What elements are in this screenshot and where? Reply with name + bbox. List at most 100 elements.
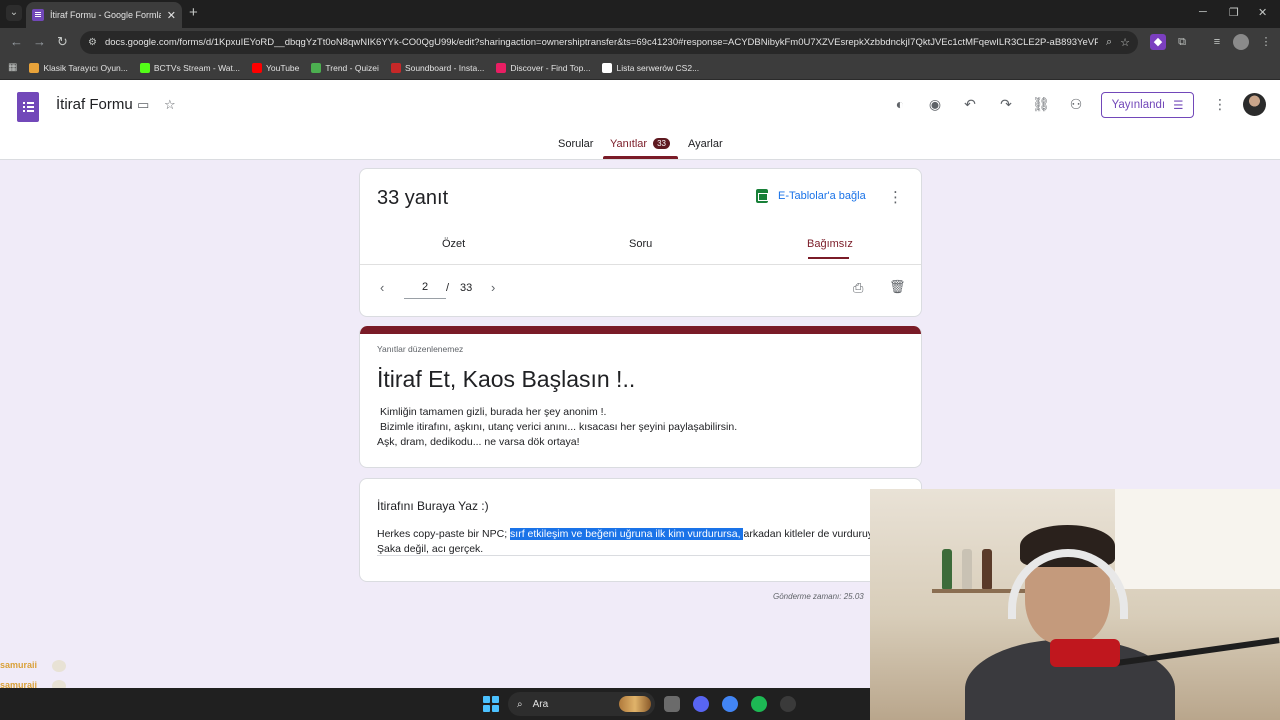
minimize-icon[interactable]: ─ (1199, 6, 1207, 18)
palette-icon[interactable]: ◐ (890, 95, 910, 113)
published-button[interactable]: Yayınlandı ☰ (1101, 92, 1194, 118)
search-highlight-image (619, 696, 651, 712)
active-tab-indicator (603, 156, 678, 159)
omnibox[interactable]: ⚙ docs.google.com/forms/d/1KpxuIEYoRD__d… (80, 31, 1138, 54)
taskbar-search-label: Ara (532, 698, 549, 710)
undo-icon[interactable]: ↶ (960, 95, 980, 113)
bookmark-item[interactable]: YouTube (251, 62, 299, 73)
taskbar: ⌕ Ara (0, 688, 870, 720)
reading-list-icon[interactable]: ≡ (1209, 34, 1225, 50)
delete-icon[interactable]: 🗑 (889, 279, 906, 295)
description-line: Aşk, dram, dedikodu... ne varsa dök orta… (377, 436, 580, 448)
redo-icon[interactable]: ↷ (996, 95, 1016, 113)
chat-username: samuraii (0, 660, 38, 670)
description-line: Bizimle itirafını, aşkını, utanç verici … (380, 421, 738, 433)
discord-icon[interactable] (693, 696, 709, 712)
previous-response-icon[interactable]: ‹ (380, 280, 384, 295)
tab-individual[interactable]: Bağımsız (807, 238, 853, 250)
bookmark-label: Soundboard - Insta... (404, 62, 485, 73)
steam-icon[interactable] (780, 696, 796, 712)
tab-question[interactable]: Soru (629, 238, 652, 250)
description-line: Kimliğin tamamen gizli, burada her şey a… (380, 406, 607, 418)
response-count: 33 yanıt (377, 187, 449, 209)
more-options-icon[interactable]: ⋮ (1210, 95, 1230, 113)
forms-logo-icon[interactable] (17, 92, 39, 122)
webcam-overlay (870, 489, 1280, 720)
apps-grid-icon[interactable]: ▦ (8, 62, 17, 73)
forms-favicon-icon (32, 9, 44, 21)
tab-questions[interactable]: Sorular (558, 138, 593, 150)
next-response-icon[interactable]: › (491, 280, 495, 295)
url-text[interactable]: docs.google.com/forms/d/1KpxuIEYoRD__dbq… (105, 37, 1098, 48)
new-tab-icon[interactable]: + (189, 5, 198, 21)
bookmark-item[interactable]: Klasik Tarayıcı Oyun... (29, 62, 128, 73)
tab-summary[interactable]: Özet (442, 238, 465, 250)
spotify-icon[interactable] (751, 696, 767, 712)
back-icon[interactable]: ← (10, 34, 23, 50)
bookmarks-bar: ▦ Klasik Tarayıcı Oyun... BCTVs Stream - … (0, 56, 1280, 80)
tab-search-icon[interactable]: ⌄ (6, 5, 22, 21)
extensions-puzzle-icon[interactable]: ⧉ (1174, 34, 1190, 50)
extension-icon[interactable]: ◆ (1150, 34, 1166, 50)
bookmark-item[interactable]: BCTVs Stream - Wat... (139, 62, 240, 73)
bookmark-star-icon[interactable]: ☆ (1120, 36, 1130, 49)
tab-responses-label: Yanıtlar (610, 138, 648, 150)
selected-text: sırf etkileşim ve beğeni uğruna ilk kim … (510, 528, 744, 540)
response-total: 33 (460, 282, 473, 294)
bookmark-item[interactable]: Discover - Find Top... (496, 62, 591, 73)
star-icon[interactable]: ☆ (164, 97, 176, 113)
chrome-icon[interactable] (722, 696, 738, 712)
folder-icon[interactable]: ▭ (137, 97, 149, 113)
search-icon: ⌕ (517, 698, 523, 710)
shelf-bottle (962, 549, 972, 589)
avatar[interactable] (1243, 93, 1266, 116)
preview-eye-icon[interactable]: ◉ (925, 95, 945, 113)
bookmark-favicon-icon (311, 62, 322, 73)
bookmark-label: Lista serwerów CS2... (616, 62, 700, 73)
bookmark-item[interactable]: Lista serwerów CS2... (602, 62, 700, 73)
forward-icon[interactable]: → (33, 34, 46, 50)
answer-text[interactable]: Herkes copy-paste bir NPC; sırf etkileşi… (377, 527, 873, 557)
form-description: Kimliğin tamamen gizli, burada her şey a… (377, 405, 738, 450)
window-close-icon[interactable]: ✕ (1258, 6, 1267, 19)
browser-tab[interactable]: İtiraf Formu - Google Formlar ✕ (26, 2, 182, 28)
add-collaborator-icon[interactable]: ⚇ (1066, 95, 1086, 113)
bookmark-label: Discover - Find Top... (510, 62, 591, 73)
bookmark-favicon-icon (390, 62, 401, 73)
bookmark-favicon-icon (139, 62, 150, 73)
link-to-sheets-button[interactable]: E-Tablolar'a bağla (756, 189, 866, 203)
maximize-icon[interactable]: ❐ (1229, 6, 1239, 19)
file-explorer-icon[interactable] (664, 696, 680, 712)
site-info-icon[interactable]: ⚙ (88, 37, 97, 48)
zoom-icon[interactable]: ⌕ (1106, 36, 1112, 49)
question-title: İtirafını Buraya Yaz :) (377, 499, 489, 513)
tab-settings[interactable]: Ayarlar (688, 138, 723, 150)
profile-icon[interactable] (1233, 34, 1249, 50)
bookmark-label: Klasik Tarayıcı Oyun... (43, 62, 128, 73)
form-title[interactable]: İtiraf Formu (56, 96, 133, 113)
tab-close-icon[interactable]: ✕ (167, 9, 176, 22)
browser-tab-strip: ⌄ İtiraf Formu - Google Formlar ✕ + ─ ❐ … (0, 0, 1280, 28)
windows-start-icon[interactable] (483, 696, 499, 712)
divider (360, 264, 921, 265)
bookmark-favicon-icon (602, 62, 613, 73)
responses-more-icon[interactable]: ⋮ (888, 188, 903, 206)
answer-card: İtirafını Buraya Yaz :) Herkes copy-past… (359, 478, 922, 582)
bookmark-favicon-icon (29, 62, 40, 73)
link-icon[interactable]: ⛓ (1031, 95, 1051, 113)
shelf-bottle (982, 549, 992, 589)
taskbar-search[interactable]: ⌕ Ara (508, 692, 655, 716)
shelf-bottle (942, 549, 952, 589)
print-icon[interactable]: ⎙ (853, 280, 863, 296)
chrome-menu-icon[interactable]: ⋮ (1258, 34, 1274, 50)
bookmark-favicon-icon (251, 62, 262, 73)
form-header-card: Yanıtlar düzenlenemez İtiraf Et, Kaos Ba… (359, 326, 922, 468)
response-index-input[interactable]: 2 (404, 281, 446, 299)
reload-icon[interactable]: ↻ (57, 34, 68, 50)
bookmark-item[interactable]: Trend - Quizei (311, 62, 379, 73)
bookmark-favicon-icon (496, 62, 507, 73)
bookmark-item[interactable]: Soundboard - Insta... (390, 62, 485, 73)
answer-text-start: Herkes copy-paste bir NPC; (377, 528, 511, 540)
tab-responses[interactable]: Yanıtlar 33 (610, 138, 670, 150)
bookmark-label: BCTVs Stream - Wat... (153, 62, 240, 73)
